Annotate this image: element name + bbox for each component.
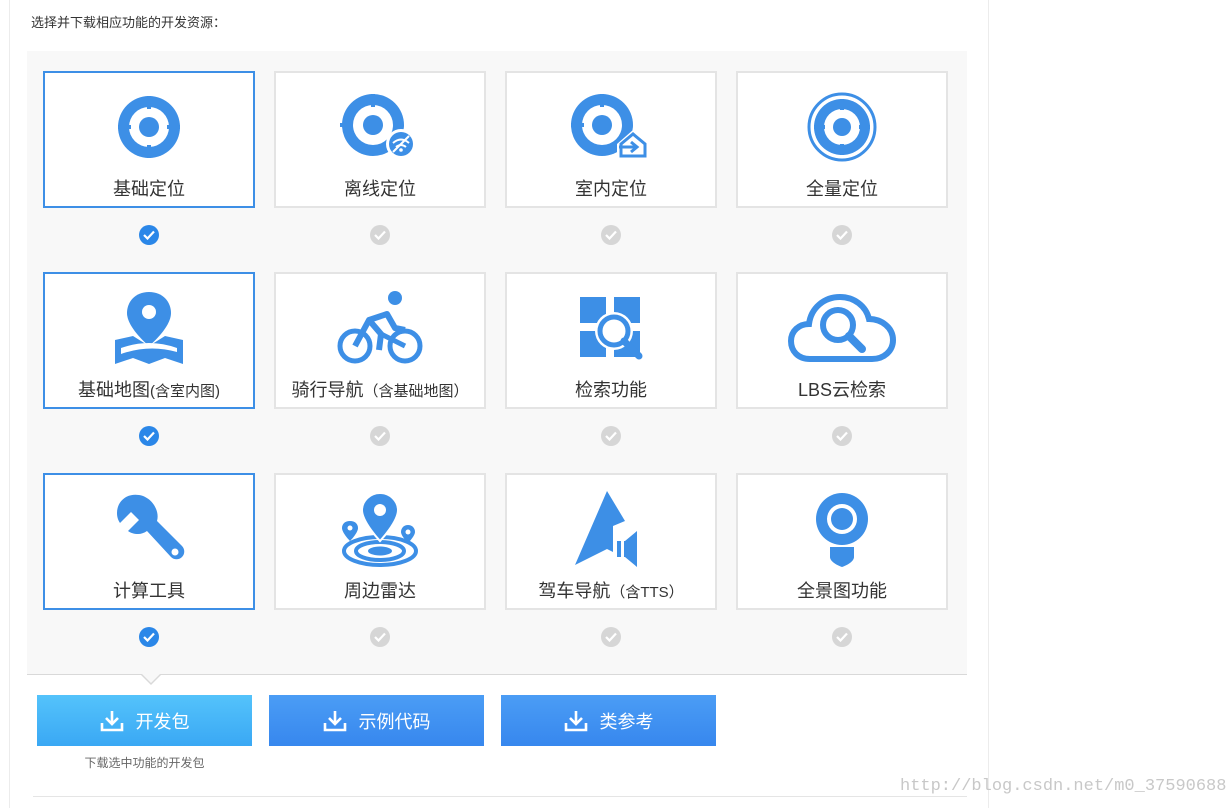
- offline-location-icon: [340, 94, 416, 159]
- selection-checkmark[interactable]: [601, 225, 621, 245]
- check-icon: [374, 230, 386, 240]
- check-icon: [836, 632, 848, 642]
- feature-card-offline-location[interactable]: 离线定位: [274, 71, 486, 208]
- feature-label: 驾车导航（含TTS）: [538, 581, 684, 601]
- download-icon: [564, 710, 587, 731]
- feature-label: 全景图功能: [797, 581, 887, 601]
- selection-pointer: [140, 673, 162, 685]
- grid-divider: [27, 674, 967, 675]
- radar-icon: [342, 491, 418, 567]
- feature-label: LBS云检索: [797, 380, 887, 400]
- check-icon: [836, 431, 848, 441]
- feature-card-driving-navigation[interactable]: 驾车导航（含TTS）: [505, 473, 717, 610]
- check-icon: [143, 632, 155, 642]
- button-label: 示例代码: [358, 711, 431, 732]
- watermark: http://blog.csdn.net/m0_37590688: [900, 777, 1227, 796]
- selection-checkmark[interactable]: [139, 426, 159, 446]
- download-icon: [100, 710, 123, 731]
- map-pin-icon: [115, 292, 183, 364]
- feature-card-calc-tools[interactable]: 计算工具: [43, 473, 255, 610]
- feature-label: 室内定位: [575, 179, 647, 199]
- feature-label: 全量定位: [806, 179, 878, 199]
- feature-label: 周边雷达: [344, 581, 416, 601]
- selection-checkmark[interactable]: [601, 627, 621, 647]
- check-icon: [605, 632, 617, 642]
- selection-checkmark[interactable]: [832, 627, 852, 647]
- feature-label: 骑行导航（含基础地图）: [291, 380, 469, 400]
- navigation-arrow-icon: [575, 491, 637, 567]
- check-icon: [374, 632, 386, 642]
- selection-checkmark[interactable]: [139, 627, 159, 647]
- selection-checkmark[interactable]: [370, 627, 390, 647]
- button-label: 开发包: [135, 711, 190, 732]
- feature-card-full-location[interactable]: 全量定位: [736, 71, 948, 208]
- feature-card-cycling-navigation[interactable]: 骑行导航（含基础地图）: [274, 272, 486, 409]
- check-icon: [605, 230, 617, 240]
- feature-card-basic-map[interactable]: 基础地图(含室内图): [43, 272, 255, 409]
- feature-label: 基础地图(含室内图): [78, 380, 220, 400]
- selection-checkmark[interactable]: [601, 426, 621, 446]
- indoor-location-icon: [571, 94, 649, 158]
- full-location-icon: [807, 92, 877, 162]
- cloud-search-icon: [788, 293, 896, 362]
- download-demo-code-button[interactable]: 示例代码: [269, 695, 484, 746]
- check-icon: [836, 230, 848, 240]
- selection-checkmark[interactable]: [370, 426, 390, 446]
- download-class-reference-button[interactable]: 类参考: [501, 695, 716, 746]
- feature-label: 计算工具: [113, 581, 185, 601]
- selection-checkmark[interactable]: [832, 426, 852, 446]
- bottom-divider: [33, 796, 967, 797]
- feature-label: 基础定位: [113, 179, 185, 199]
- button-label: 类参考: [599, 711, 654, 732]
- check-icon: [143, 431, 155, 441]
- download-sdk-button[interactable]: 开发包: [37, 695, 252, 746]
- feature-card-panorama[interactable]: 全景图功能: [736, 473, 948, 610]
- feature-card-search[interactable]: 检索功能: [505, 272, 717, 409]
- check-icon: [143, 230, 155, 240]
- feature-card-indoor-location[interactable]: 室内定位: [505, 71, 717, 208]
- target-icon: [118, 96, 180, 158]
- cyclist-icon: [337, 291, 423, 364]
- sdk-button-hint: 下载选中功能的开发包: [84, 756, 205, 770]
- selection-checkmark[interactable]: [139, 225, 159, 245]
- selection-checkmark[interactable]: [832, 225, 852, 245]
- wrench-icon: [117, 494, 185, 560]
- download-icon: [323, 710, 346, 731]
- check-icon: [374, 431, 386, 441]
- panorama-icon: [816, 493, 868, 567]
- feature-card-basic-location[interactable]: 基础定位: [43, 71, 255, 208]
- selection-checkmark[interactable]: [370, 225, 390, 245]
- check-icon: [605, 431, 617, 441]
- feature-card-radar[interactable]: 周边雷达: [274, 473, 486, 610]
- instruction-text: 选择并下载相应功能的开发资源：: [31, 15, 227, 30]
- feature-card-lbs-cloud-search[interactable]: LBS云检索: [736, 272, 948, 409]
- search-grid-icon: [580, 297, 643, 360]
- feature-label: 离线定位: [344, 179, 416, 199]
- feature-label: 检索功能: [575, 380, 647, 400]
